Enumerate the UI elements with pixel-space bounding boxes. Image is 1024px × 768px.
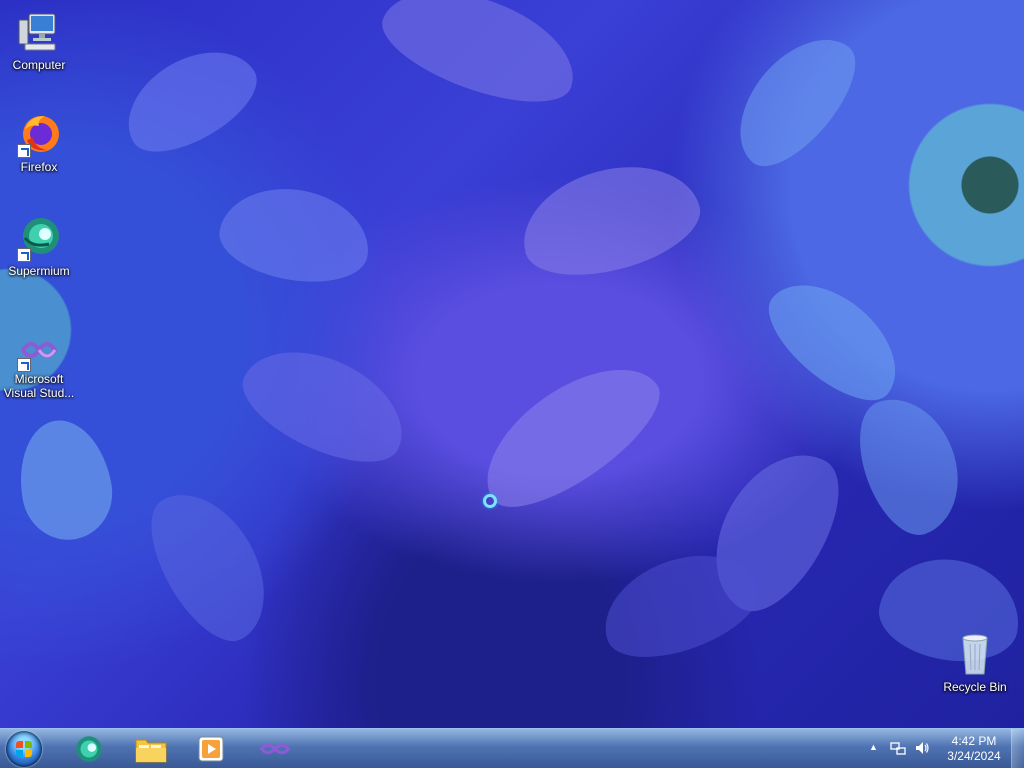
supermium-icon bbox=[15, 214, 63, 262]
taskbar-button-visual-studio[interactable] bbox=[250, 731, 300, 767]
taskbar-clock[interactable]: 4:42 PM 3/24/2024 bbox=[944, 734, 1004, 764]
show-hidden-icons-button[interactable]: ▲ bbox=[869, 742, 878, 752]
desktop-icon-label: Firefox bbox=[20, 160, 58, 174]
desktop[interactable]: Computer Firefox Supermium Microsoft Vis… bbox=[0, 0, 1024, 728]
desktop-icon-computer[interactable]: Computer bbox=[1, 8, 77, 72]
desktop-icon-label: Recycle Bin bbox=[943, 680, 1007, 694]
firefox-icon bbox=[15, 110, 63, 158]
computer-icon bbox=[15, 8, 63, 56]
taskbar: ▲ 4:42 PM 3/24/2024 bbox=[0, 728, 1024, 768]
network-icon[interactable] bbox=[890, 740, 906, 759]
windows-logo-icon bbox=[16, 741, 32, 757]
desktop-icon-label: Microsoft Visual Stud... bbox=[3, 372, 75, 400]
desktop-icon-recycle-bin[interactable]: Recycle Bin bbox=[937, 630, 1013, 694]
folder-icon bbox=[135, 739, 167, 763]
clock-date: 3/24/2024 bbox=[947, 749, 1001, 763]
shortcut-arrow-icon bbox=[17, 144, 31, 158]
start-button[interactable] bbox=[6, 731, 42, 767]
taskbar-button-media-player[interactable] bbox=[186, 731, 236, 767]
supermium-icon bbox=[76, 736, 102, 762]
shortcut-arrow-icon bbox=[17, 248, 31, 262]
taskbar-button-supermium[interactable] bbox=[64, 731, 114, 767]
desktop-icon-label: Supermium bbox=[8, 264, 70, 278]
recycle-bin-icon bbox=[951, 630, 999, 678]
busy-cursor-icon bbox=[483, 494, 497, 508]
taskbar-button-explorer[interactable] bbox=[126, 731, 176, 767]
visual-studio-icon bbox=[15, 330, 63, 372]
volume-icon[interactable] bbox=[914, 740, 930, 759]
shortcut-arrow-icon bbox=[17, 358, 31, 372]
desktop-icon-visual-studio[interactable]: Microsoft Visual Stud... bbox=[1, 330, 77, 400]
desktop-icon-label: Computer bbox=[12, 58, 66, 72]
media-player-icon bbox=[198, 736, 224, 762]
desktop-icon-firefox[interactable]: Firefox bbox=[1, 110, 77, 174]
clock-time: 4:42 PM bbox=[951, 734, 997, 748]
visual-studio-icon bbox=[259, 743, 291, 755]
show-desktop-button[interactable] bbox=[1011, 729, 1024, 768]
desktop-icon-supermium[interactable]: Supermium bbox=[1, 214, 77, 278]
